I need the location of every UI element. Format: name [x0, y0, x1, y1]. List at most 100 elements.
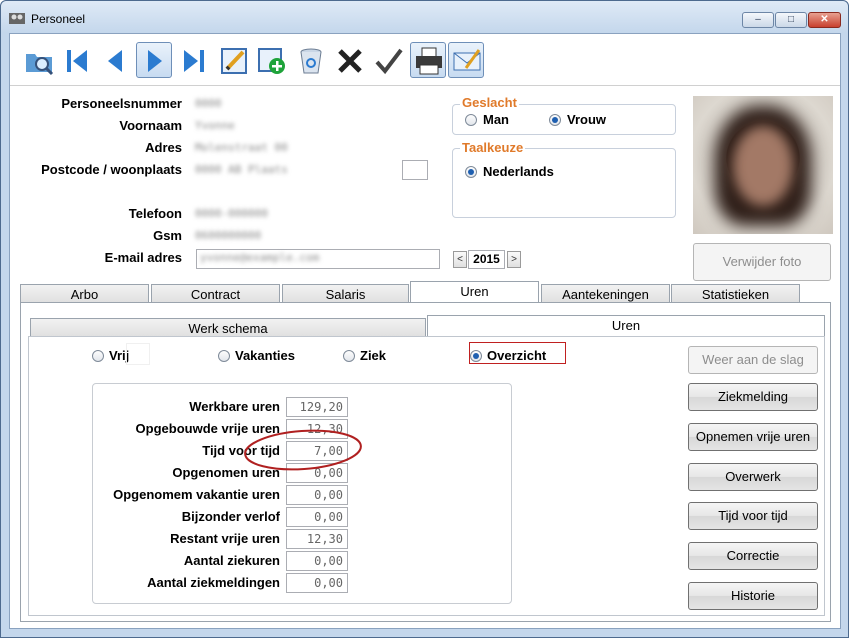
tab-contract[interactable]: Contract — [151, 284, 280, 304]
add-record-icon — [258, 48, 285, 74]
ziek-radio[interactable] — [343, 350, 355, 362]
gsm-label: Gsm — [153, 228, 182, 243]
subtab-uren[interactable]: Uren — [427, 315, 825, 337]
vrouw-radio[interactable] — [549, 114, 561, 126]
delete-icon — [338, 49, 362, 73]
year-field[interactable]: 2015 — [468, 250, 505, 269]
postcode-woonplaats-value[interactable]: 0000 AB Plaats — [195, 163, 288, 180]
year-previous-button[interactable]: < — [453, 251, 467, 268]
man-label[interactable]: Man — [483, 112, 509, 127]
previous-record-button[interactable] — [96, 42, 132, 78]
opgenomen-vakantie-uren-label: Opgenomem vakantie uren — [113, 487, 280, 502]
ziek-label[interactable]: Ziek — [360, 348, 386, 363]
vrouw-label[interactable]: Vrouw — [567, 112, 606, 127]
email-icon — [453, 49, 481, 71]
uren-tab-panel: Werk schema Uren Vrij Vakanties Ziek Ove… — [20, 302, 831, 622]
restant-vrije-uren-label: Restant vrije uren — [170, 531, 280, 546]
print-icon — [416, 47, 442, 75]
vrij-color-box — [126, 343, 150, 365]
uren-subpanel: Vrij Vakanties Ziek Overzicht Werkbare u… — [28, 336, 825, 616]
tab-salaris[interactable]: Salaris — [282, 284, 409, 304]
maximize-button[interactable]: □ — [775, 12, 807, 28]
verwijder-foto-button[interactable]: Verwijder foto — [693, 243, 831, 281]
opgenomen-vakantie-uren-field[interactable]: 0,00 — [286, 485, 348, 505]
email-button[interactable] — [448, 42, 484, 78]
telefoon-value[interactable]: 0000-000000 — [195, 207, 268, 224]
geslacht-title: Geslacht — [460, 95, 519, 110]
previous-record-icon — [108, 50, 122, 72]
last-record-icon — [184, 50, 204, 72]
vrij-radio[interactable] — [92, 350, 104, 362]
ziekmelding-button[interactable]: Ziekmelding — [688, 383, 818, 411]
historie-button[interactable]: Historie — [688, 582, 818, 610]
window-title: Personeel — [31, 12, 86, 26]
overwerk-button[interactable]: Overwerk — [688, 463, 818, 491]
adres-value[interactable]: Molenstraat 00 — [195, 141, 288, 158]
adres-label: Adres — [145, 140, 182, 155]
next-record-button[interactable] — [136, 42, 172, 78]
search-folder-button[interactable] — [20, 42, 56, 78]
first-record-icon — [67, 50, 87, 72]
tab-arbo[interactable]: Arbo — [20, 284, 149, 304]
woonplaats-box[interactable] — [402, 160, 428, 180]
tijd-voor-tijd-button[interactable]: Tijd voor tijd — [688, 502, 818, 530]
aantal-ziekmeldingen-label: Aantal ziekmeldingen — [147, 575, 280, 590]
man-radio[interactable] — [465, 114, 477, 126]
tab-uren[interactable]: Uren — [410, 281, 539, 303]
tab-statistieken[interactable]: Statistieken — [671, 284, 800, 304]
werkbare-uren-field[interactable]: 129,20 — [286, 397, 348, 417]
edit-button[interactable] — [215, 42, 251, 78]
aantal-ziekuren-field[interactable]: 0,00 — [286, 551, 348, 571]
taalkeuze-group — [452, 148, 676, 218]
year-next-button[interactable]: > — [507, 251, 521, 268]
overzicht-radio[interactable] — [470, 350, 482, 362]
add-record-button[interactable] — [253, 42, 289, 78]
email-label: E-mail adres — [104, 250, 182, 265]
search-folder-icon — [26, 54, 54, 76]
bijzonder-verlof-field[interactable]: 0,00 — [286, 507, 348, 527]
taalkeuze-title: Taalkeuze — [460, 140, 526, 155]
recycle-bin-icon — [300, 48, 322, 74]
gsm-value[interactable]: 0600000000 — [195, 229, 261, 246]
overzicht-label[interactable]: Overzicht — [487, 348, 546, 363]
postcode-woonplaats-label: Postcode / woonplaats — [41, 162, 182, 177]
correctie-button[interactable]: Correctie — [688, 542, 818, 570]
nederlands-radio[interactable] — [465, 166, 477, 178]
employee-photo — [693, 96, 833, 234]
voornaam-label: Voornaam — [119, 118, 182, 133]
telefoon-label: Telefoon — [128, 206, 182, 221]
print-button[interactable] — [410, 42, 446, 78]
aantal-ziekuren-label: Aantal ziekuren — [183, 553, 280, 568]
restant-vrije-uren-field[interactable]: 12,30 — [286, 529, 348, 549]
edit-icon — [221, 48, 247, 74]
confirm-button[interactable] — [370, 42, 406, 78]
nederlands-label[interactable]: Nederlands — [483, 164, 554, 179]
title-bar[interactable]: Personeel – □ ✕ — [1, 1, 848, 33]
voornaam-value[interactable]: Yvonne — [195, 119, 235, 136]
close-button[interactable]: ✕ — [808, 12, 841, 28]
werkbare-uren-label: Werkbare uren — [189, 399, 280, 414]
uren-summary-group: Werkbare uren 129,20 Opgebouwde vrije ur… — [92, 383, 512, 604]
opnemen-vrije-uren-button[interactable]: Opnemen vrije uren — [688, 423, 818, 451]
last-record-button[interactable] — [175, 42, 211, 78]
client-area: Personeelsnummer Voornaam Adres Postcode… — [9, 33, 841, 629]
personeelsnummer-value[interactable]: 0000 — [195, 97, 222, 114]
recycle-bin-button[interactable] — [292, 42, 328, 78]
subtab-werk-schema[interactable]: Werk schema — [30, 318, 426, 338]
next-record-icon — [148, 50, 162, 72]
annotation-ellipse — [244, 429, 362, 471]
delete-button[interactable] — [331, 42, 367, 78]
personeelsnummer-label: Personeelsnummer — [61, 96, 182, 111]
bijzonder-verlof-label: Bijzonder verlof — [181, 509, 280, 524]
minimize-button[interactable]: – — [742, 12, 774, 28]
confirm-check-icon — [375, 48, 403, 75]
email-value[interactable]: yvonne@example.com — [200, 251, 319, 268]
vakanties-radio[interactable] — [218, 350, 230, 362]
weer-aan-de-slag-button[interactable]: Weer aan de slag — [688, 346, 818, 374]
vakanties-label[interactable]: Vakanties — [235, 348, 295, 363]
toolbar — [10, 34, 840, 86]
first-record-button[interactable] — [58, 42, 94, 78]
aantal-ziekmeldingen-field[interactable]: 0,00 — [286, 573, 348, 593]
personeel-window: Personeel – □ ✕ Personeelsnummer Voornaa… — [0, 0, 849, 638]
tab-aantekeningen[interactable]: Aantekeningen — [541, 284, 670, 304]
